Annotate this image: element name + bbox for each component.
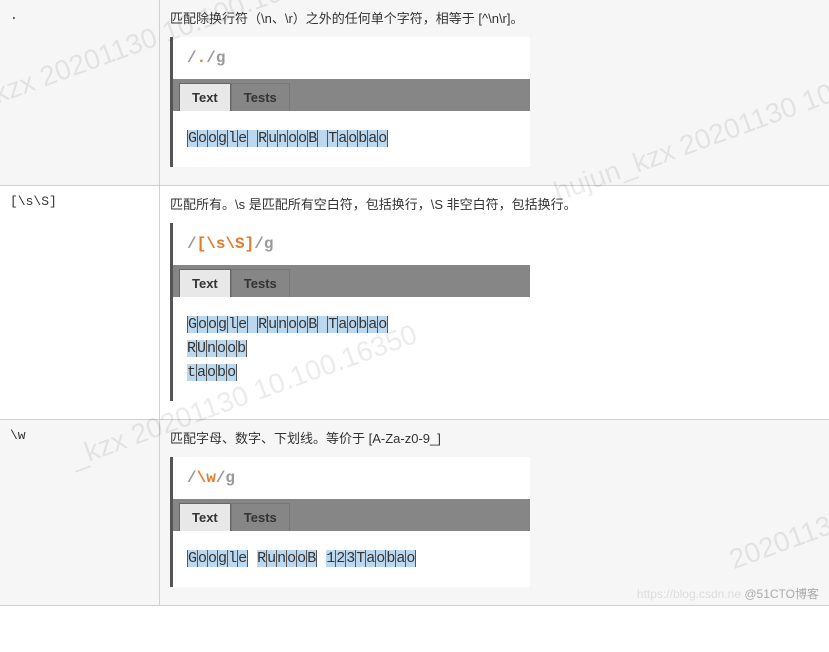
regex-row: \w 匹配字母、数字、下划线。等价于 [A-Za-z0-9_] /\w/g Te… [0,420,829,606]
description-text: 匹配所有。\s 是匹配所有空白符，包括换行，\S 非空白符，包括换行。 [170,194,819,213]
regex-demo-box: /[\s\S]/g Text Tests Google RunooB Taoba… [170,223,530,401]
tab-text[interactable]: Text [179,83,231,111]
description-cell: 匹配除换行符（\n、\r）之外的任何单个字符，相等于 [^\n\r]。 /./g… [160,0,829,185]
description-text: 匹配除换行符（\n、\r）之外的任何单个字符，相等于 [^\n\r]。 [170,8,819,27]
regex-demo-box: /\w/g Text Tests Google RunooB 123Taobao [170,457,530,587]
match-result: Google RunooB 123Taobao [173,531,530,587]
pattern-cell: . [0,0,160,185]
description-cell: 匹配所有。\s 是匹配所有空白符，包括换行，\S 非空白符，包括换行。 /[\s… [160,186,829,419]
tabbar: Text Tests [173,499,530,531]
regex-expression: /./g [173,37,530,79]
tabbar: Text Tests [173,79,530,111]
tab-tests[interactable]: Tests [231,269,290,297]
match-result: Google RunooB TaobaoRUnoobtaobo [173,297,530,401]
description-cell: 匹配字母、数字、下划线。等价于 [A-Za-z0-9_] /\w/g Text … [160,420,829,605]
regex-row: . 匹配除换行符（\n、\r）之外的任何单个字符，相等于 [^\n\r]。 /.… [0,0,829,186]
tab-text[interactable]: Text [179,503,231,531]
pattern-cell: \w [0,420,160,605]
tab-text[interactable]: Text [179,269,231,297]
pattern-cell: [\s\S] [0,186,160,419]
match-result: Google RunooB Taobao [173,111,530,167]
tab-tests[interactable]: Tests [231,503,290,531]
description-text: 匹配字母、数字、下划线。等价于 [A-Za-z0-9_] [170,428,819,447]
regex-expression: /[\s\S]/g [173,223,530,265]
attribution: https://blog.csdn.ne @51CTO博客 [637,585,819,602]
tabbar: Text Tests [173,265,530,297]
regex-row: [\s\S] 匹配所有。\s 是匹配所有空白符，包括换行，\S 非空白符，包括换… [0,186,829,420]
regex-demo-box: /./g Text Tests Google RunooB Taobao [170,37,530,167]
tab-tests[interactable]: Tests [231,83,290,111]
regex-expression: /\w/g [173,457,530,499]
